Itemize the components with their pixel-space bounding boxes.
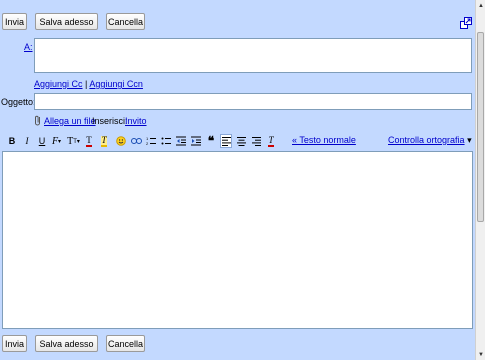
spell-check-control[interactable]: Controlla ortografia ▾ xyxy=(388,135,472,146)
subject-field[interactable] xyxy=(34,93,472,110)
bold-button[interactable]: B xyxy=(6,134,18,148)
bulleted-list-icon[interactable] xyxy=(160,134,172,148)
remove-formatting-icon[interactable]: T xyxy=(265,134,277,148)
plain-text-link[interactable]: « Testo normale xyxy=(292,135,356,145)
emoticon-icon[interactable] xyxy=(115,134,127,148)
font-icon[interactable]: F ▾ xyxy=(49,134,64,148)
formatting-toolbar: B I U F ▾ T T▾ T T 12 ❝ T « Testo normal… xyxy=(4,134,474,148)
insert-label: Inserisci: xyxy=(92,116,128,126)
to-field[interactable] xyxy=(34,38,472,73)
text-color-icon[interactable]: T xyxy=(83,134,95,148)
cc-bcc-separator: | xyxy=(85,79,88,89)
message-body-editor[interactable] xyxy=(2,151,473,329)
insert-invite-link[interactable]: Invito xyxy=(125,116,147,126)
align-right-icon[interactable] xyxy=(250,134,262,148)
add-cc-link[interactable]: Aggiungi Cc xyxy=(34,79,83,89)
svg-text:2: 2 xyxy=(146,141,149,146)
cc-bcc-links: Aggiungi Cc | Aggiungi Ccn xyxy=(34,79,143,89)
insert-link-icon[interactable] xyxy=(130,134,142,148)
align-left-icon[interactable] xyxy=(220,134,232,148)
scroll-thumb[interactable] xyxy=(477,32,484,222)
attach-file-link[interactable]: Allega un file xyxy=(44,116,96,126)
discard-button-top[interactable]: Cancella xyxy=(106,13,145,30)
italic-button[interactable]: I xyxy=(21,134,33,148)
increase-indent-icon[interactable] xyxy=(190,134,202,148)
send-button-bottom[interactable]: Invia xyxy=(2,335,27,352)
popout-window-icon[interactable] xyxy=(460,17,472,29)
underline-button[interactable]: U xyxy=(36,134,48,148)
quote-icon[interactable]: ❝ xyxy=(205,134,217,148)
to-label-link[interactable]: A: xyxy=(24,42,33,52)
save-now-button-top[interactable]: Salva adesso xyxy=(35,13,98,30)
highlight-color-icon[interactable]: T xyxy=(98,134,110,148)
spell-check-dropdown-icon[interactable]: ▾ xyxy=(467,135,472,145)
numbered-list-icon[interactable]: 12 xyxy=(145,134,157,148)
discard-button-bottom[interactable]: Cancella xyxy=(106,335,145,352)
compose-panel: Invia Salva adesso Cancella A: Aggiungi … xyxy=(0,0,475,360)
paperclip-icon xyxy=(35,115,40,126)
send-button-top[interactable]: Invia xyxy=(2,13,27,30)
save-now-button-bottom[interactable]: Salva adesso xyxy=(35,335,98,352)
scroll-up-arrow-icon[interactable]: ▲ xyxy=(477,1,485,10)
font-size-icon[interactable]: T T▾ xyxy=(66,134,81,148)
align-center-icon[interactable] xyxy=(235,134,247,148)
add-bcc-link[interactable]: Aggiungi Ccn xyxy=(89,79,143,89)
page-scrollbar[interactable]: ▲ ▼ xyxy=(475,0,485,360)
scroll-down-arrow-icon[interactable]: ▼ xyxy=(477,350,485,359)
decrease-indent-icon[interactable] xyxy=(175,134,187,148)
subject-label: Oggetto: xyxy=(1,97,36,107)
spell-check-link[interactable]: Controlla ortografia xyxy=(388,135,465,145)
